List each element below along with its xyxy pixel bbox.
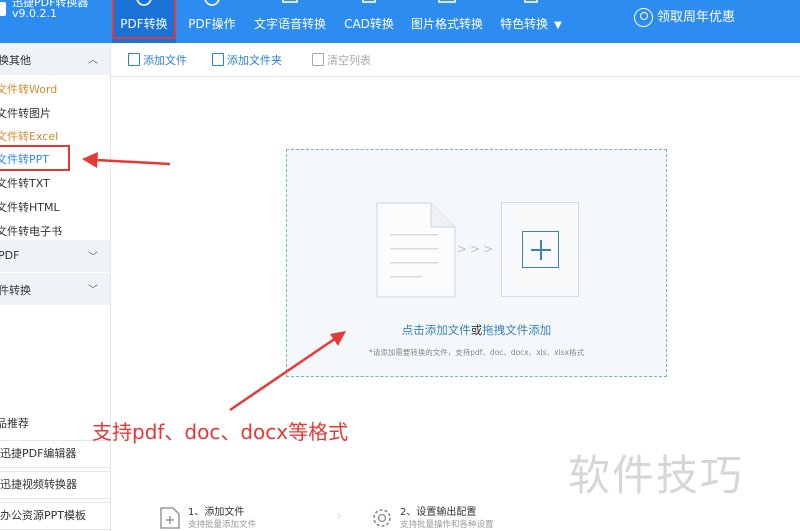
chevron-down-icon: ﹀ <box>88 285 98 296</box>
app-version: v9.0.2.1 <box>12 7 57 20</box>
promo-label: 领取周年优惠 <box>657 10 736 25</box>
step-title: 2、设置输出配置 <box>400 507 477 518</box>
chevron-up-icon: ︿ <box>88 55 98 66</box>
drop-instruction: 点击添加文件或拖拽文件添加 <box>287 322 666 338</box>
step-subtitle: 支持批量添加文件 <box>188 520 257 530</box>
step-separator-icon: › <box>336 506 343 525</box>
feature-icon <box>524 0 538 3</box>
or-label: 或 <box>470 323 483 337</box>
tab-label: 特色转换 ▼ <box>500 17 562 31</box>
chevron-down-icon: ﹀ <box>88 252 98 263</box>
click-add-file-link[interactable]: 点击添加文件 <box>402 323 471 337</box>
sidebar-item-image[interactable]: 文件转图片 <box>0 103 51 125</box>
highlight-box-ppt <box>0 145 70 171</box>
drop-hint: *请添加需要转换的文件，支持pdf、doc、docx、xls、xlsx格式 <box>368 348 585 357</box>
sidebar: 换其他 ︿ 文件转Word 文件转图片 文件转Excel 文件转PPT 文件转T… <box>0 43 111 531</box>
chevron-down-icon: ▼ <box>554 20 562 31</box>
file-drop-area[interactable]: >>> 点击添加文件或拖拽文件添加 *请添加需要转换的文件，支持pdf、doc、… <box>286 149 667 377</box>
add-card[interactable] <box>501 202 579 297</box>
cad-icon <box>362 0 376 3</box>
add-file-button[interactable]: 添加文件 <box>128 52 187 68</box>
step-title: 1、添加文件 <box>188 507 245 518</box>
promo-button[interactable]: 领取周年优惠 <box>634 6 735 28</box>
user-icon <box>634 8 653 27</box>
sidebar-section-pdf[interactable]: PDF ﹀ <box>0 240 110 272</box>
add-file-step-icon <box>160 507 180 529</box>
sidebar-item-word[interactable]: 文件转Word <box>0 79 57 101</box>
gear-icon <box>373 509 391 527</box>
section-label: 件转换 <box>0 284 31 297</box>
clear-list-button[interactable]: 清空列表 <box>312 52 371 68</box>
clear-list-label: 清空列表 <box>327 54 371 67</box>
drag-file-link[interactable]: 拖拽文件添加 <box>482 323 551 337</box>
section-label: PDF <box>0 249 20 262</box>
top-bar: 迅捷PDF转换器 v9.0.2.1 PDF转换 PDF操作 文字语音转换 CAD… <box>0 0 800 43</box>
recommend-title: 品推荐 <box>0 417 29 430</box>
trash-icon <box>312 53 324 66</box>
add-folder-icon <box>212 53 224 66</box>
watermark: 软件技巧 <box>568 451 745 500</box>
step-subtitle: 支持批量操作和各种设置 <box>400 520 494 530</box>
sidebar-item-html[interactable]: 文件转HTML <box>0 197 60 219</box>
toolbar: 添加文件 添加文件夹 清空列表 <box>111 43 800 77</box>
app-logo-icon <box>0 2 6 16</box>
recommend-item-ppt-template[interactable]: 办公资源PPT模板 <box>0 502 110 530</box>
highlight-box-tab <box>112 0 176 39</box>
sidebar-section-file-convert[interactable]: 件转换 ﹀ <box>0 273 110 305</box>
annotation-text: 支持pdf、doc、docx等格式 <box>92 420 349 444</box>
sidebar-item-txt[interactable]: 文件转TXT <box>0 173 50 195</box>
add-file-icon <box>128 53 140 66</box>
tab-pdf-operate[interactable]: PDF操作 <box>180 0 244 43</box>
tab-image-format[interactable]: 图片格式转换 <box>410 0 484 43</box>
plus-icon <box>522 231 559 268</box>
pdf-operate-icon <box>204 0 220 6</box>
tab-cad[interactable]: CAD转换 <box>338 0 400 43</box>
add-folder-button[interactable]: 添加文件夹 <box>212 52 282 68</box>
tab-label: CAD转换 <box>344 17 394 31</box>
text-speech-icon <box>282 0 298 3</box>
tab-label: PDF操作 <box>188 17 236 31</box>
tab-label: 图片格式转换 <box>410 17 483 31</box>
arrows-icon: >>> <box>457 242 497 256</box>
tab-label: 文字语音转换 <box>253 17 326 31</box>
tab-feature[interactable]: 特色转换 ▼ <box>496 0 566 43</box>
tab-text-speech[interactable]: 文字语音转换 <box>250 0 330 43</box>
document-icon <box>376 202 456 298</box>
sidebar-section-other[interactable]: 换其他 ︿ <box>0 43 110 75</box>
image-icon <box>438 0 456 3</box>
section-label: 换其他 <box>0 54 31 67</box>
add-folder-label: 添加文件夹 <box>227 54 282 67</box>
add-file-label: 添加文件 <box>143 54 187 67</box>
recommend-item-video-converter[interactable]: 迅捷视频转换器 <box>0 471 110 499</box>
